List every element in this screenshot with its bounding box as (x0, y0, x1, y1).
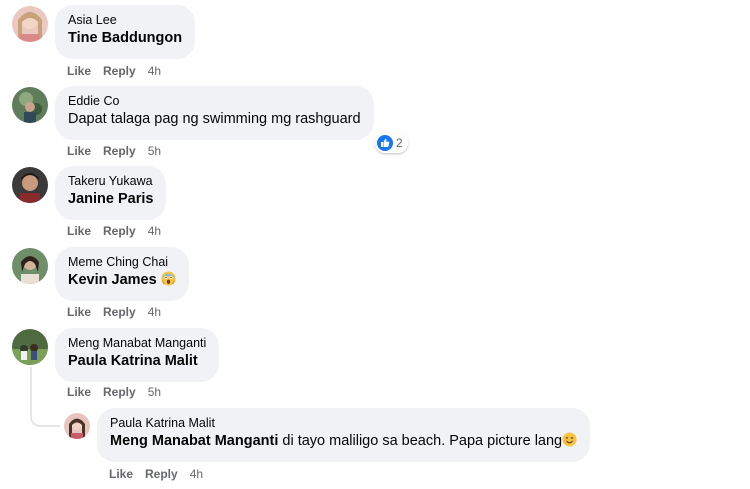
timestamp[interactable]: 5h (148, 385, 161, 399)
like-button[interactable]: Like (109, 467, 133, 481)
avatar[interactable] (64, 413, 90, 439)
reply-button[interactable]: Reply (103, 224, 136, 238)
reply-button[interactable]: Reply (103, 385, 136, 399)
timestamp[interactable]: 5h (148, 144, 161, 158)
comment-actions: Like Reply 4h (67, 64, 161, 78)
comment-author[interactable]: Meng Manabat Manganti (68, 335, 206, 351)
comment-text: Kevin James (68, 270, 176, 292)
comment-bubble: Asia Lee Tine Baddungon (55, 5, 196, 59)
reply-text: di tayo maliligo sa beach. Papa picture … (278, 433, 563, 449)
comment-bubble: Eddie Co Dapat talaga pag ng swimming mg… (55, 86, 374, 140)
mention-link[interactable]: Meng Manabat Manganti (110, 433, 278, 449)
comment-text: Tine Baddungon (68, 28, 182, 48)
like-button[interactable]: Like (67, 144, 91, 158)
mention-link[interactable]: Tine Baddungon (68, 30, 182, 46)
reaction-count: 2 (396, 136, 403, 150)
timestamp[interactable]: 4h (148, 305, 161, 319)
comment-author[interactable]: Takeru Yukawa (68, 173, 153, 189)
avatar[interactable] (12, 248, 48, 284)
mention-link[interactable]: Kevin James (68, 272, 157, 288)
avatar[interactable] (12, 87, 48, 123)
like-button[interactable]: Like (67, 305, 91, 319)
timestamp[interactable]: 4h (148, 224, 161, 238)
reaction-summary[interactable]: 2 (375, 133, 408, 153)
avatar[interactable] (12, 6, 48, 42)
thumbs-up-icon (377, 135, 393, 151)
like-button[interactable]: Like (67, 224, 91, 238)
avatar[interactable] (12, 167, 48, 203)
scream-emoji-icon (161, 271, 176, 292)
comment-bubble: Paula Katrina Malit Meng Manabat Mangant… (97, 408, 591, 462)
avatar[interactable] (12, 329, 48, 365)
timestamp[interactable]: 4h (190, 467, 203, 481)
comment-text: Paula Katrina Malit (68, 351, 206, 371)
reply-button[interactable]: Reply (103, 305, 136, 319)
comment-text: Meng Manabat Manganti di tayo maliligo s… (110, 431, 577, 453)
comment-text: Dapat talaga pag ng swimming mg rashguar… (68, 111, 361, 127)
comment-bubble: Meng Manabat Manganti Paula Katrina Mali… (55, 328, 220, 382)
comment-actions: Like Reply 4h (109, 467, 203, 481)
comment-bubble: Meme Ching Chai Kevin James (55, 247, 189, 301)
mention-link[interactable]: Janine Paris (68, 191, 153, 207)
comment-actions: Like Reply 5h (67, 385, 161, 399)
comment-author[interactable]: Meme Ching Chai (68, 254, 176, 270)
mention-link[interactable]: Paula Katrina Malit (68, 353, 198, 369)
reply-button[interactable]: Reply (103, 64, 136, 78)
comment-author[interactable]: Asia Lee (68, 12, 182, 28)
comment-author[interactable]: Eddie Co (68, 93, 361, 109)
reply-thread-line (30, 367, 60, 427)
smile-emoji-icon (562, 432, 577, 453)
comment-author[interactable]: Paula Katrina Malit (110, 415, 577, 431)
comment-text: Janine Paris (68, 189, 153, 209)
comment-actions: Like Reply 5h (67, 144, 161, 158)
comment-bubble: Takeru Yukawa Janine Paris (55, 166, 167, 220)
like-button[interactable]: Like (67, 64, 91, 78)
like-button[interactable]: Like (67, 385, 91, 399)
reply-button[interactable]: Reply (145, 467, 178, 481)
reply-button[interactable]: Reply (103, 144, 136, 158)
comment-actions: Like Reply 4h (67, 305, 161, 319)
comment-actions: Like Reply 4h (67, 224, 161, 238)
timestamp[interactable]: 4h (148, 64, 161, 78)
